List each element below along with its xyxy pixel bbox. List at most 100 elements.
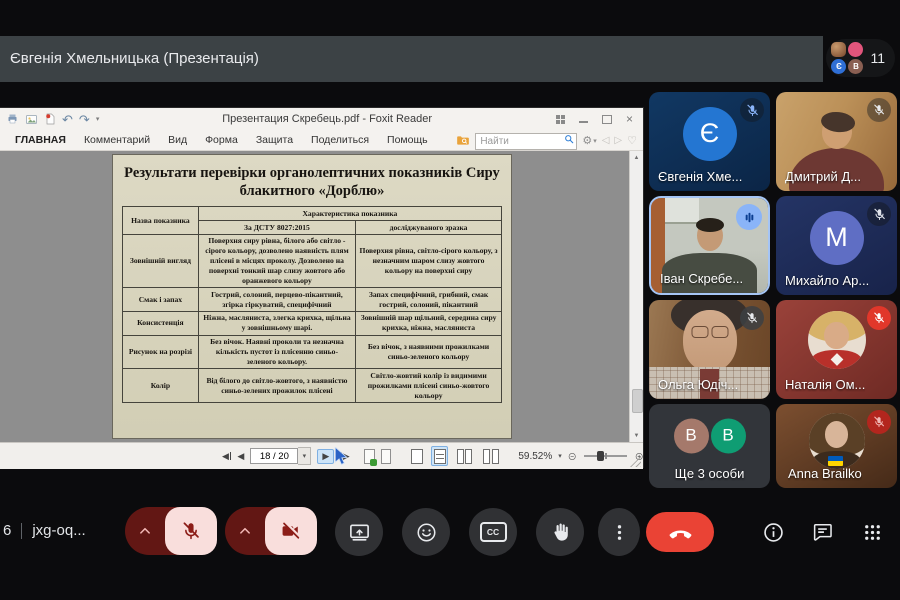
- more-options-button[interactable]: [598, 508, 640, 556]
- participant-tile-nataliia[interactable]: Наталія Ом...: [776, 300, 897, 399]
- cc-icon: CC: [480, 522, 507, 542]
- phone-down-icon: [667, 519, 694, 546]
- page-dropdown-caret-icon[interactable]: ▾: [298, 447, 311, 465]
- continuous-facing-view-button[interactable]: [481, 446, 502, 466]
- ribbon-tab-bar: ГЛАВНАЯ Комментарий Вид Форма Защита Под…: [0, 130, 643, 151]
- table-header-row: Назва показника Характеристика показника: [123, 207, 502, 221]
- camera-off-button[interactable]: [265, 507, 317, 555]
- favorite-icon[interactable]: ♡: [627, 134, 637, 147]
- clipboard-icon[interactable]: [381, 449, 391, 464]
- scroll-up-icon[interactable]: ▲: [630, 151, 643, 164]
- tab-protect[interactable]: Защита: [247, 134, 302, 146]
- quick-access-toolbar: ↶ ↷ ▾: [6, 113, 99, 126]
- search-input[interactable]: [475, 133, 577, 150]
- page-number-input[interactable]: [250, 448, 298, 464]
- history-forward-icon[interactable]: ▷: [614, 135, 622, 146]
- participant-name: Наталія Ом...: [785, 377, 865, 392]
- window-title: Презентация Скребець.pdf - Foxit Reader: [99, 113, 555, 125]
- vertical-scrollbar[interactable]: ▲ ▼: [629, 151, 643, 442]
- document-area: Результати перевірки органолептичних пок…: [0, 151, 643, 442]
- participant-tile-mykhailo[interactable]: М Михайло Ар...: [776, 196, 897, 295]
- ui-switch-icon[interactable]: [555, 114, 566, 124]
- mic-off-icon: [180, 520, 202, 542]
- tab-home[interactable]: ГЛАВНАЯ: [6, 134, 75, 146]
- captions-button[interactable]: CC: [469, 508, 517, 556]
- folder-search-icon[interactable]: [456, 134, 470, 147]
- smiley-icon: [415, 521, 438, 544]
- participant-tile-olha[interactable]: Ольга Юдіч...: [649, 300, 770, 399]
- activities-button[interactable]: [860, 520, 885, 545]
- minimize-button[interactable]: [578, 114, 589, 124]
- table-header-cell: За ДСТУ 8027:2015: [198, 221, 355, 235]
- zoom-level: 59.52%: [518, 451, 552, 462]
- overflow-participants-tile[interactable]: B B Ще 3 особи: [649, 404, 770, 488]
- slide-table: Назва показника Характеристика показника…: [122, 206, 502, 403]
- search-icon[interactable]: [563, 133, 575, 145]
- zoom-out-icon[interactable]: [568, 450, 576, 463]
- single-page-view-button[interactable]: [408, 446, 425, 466]
- info-icon: [762, 521, 785, 544]
- mic-off-button[interactable]: [165, 507, 217, 555]
- mic-options-chevron-icon[interactable]: [125, 522, 165, 540]
- scroll-down-icon[interactable]: ▼: [630, 429, 643, 442]
- print-icon[interactable]: [6, 113, 19, 125]
- present-button[interactable]: [335, 508, 383, 556]
- tab-form[interactable]: Форма: [196, 134, 247, 146]
- history-back-icon[interactable]: ◁: [602, 135, 610, 146]
- next-page-button[interactable]: ▶: [317, 449, 334, 464]
- participant-count-pill[interactable]: Є B 11: [826, 39, 895, 77]
- meeting-info: 6 jxg-oq...: [3, 522, 86, 539]
- zoom-caret-icon[interactable]: ▾: [558, 452, 562, 460]
- participant-name: Євгенія Хме...: [658, 169, 742, 184]
- mic-off-icon: [740, 98, 764, 122]
- tab-share[interactable]: Поделиться: [302, 134, 378, 146]
- participant-tile-yevheniia[interactable]: Є Євгенія Хме...: [649, 92, 770, 191]
- search-options-gear-icon[interactable]: ⚙: [582, 134, 592, 147]
- mic-control[interactable]: [125, 507, 217, 555]
- scrollbar-thumb[interactable]: [632, 389, 643, 413]
- ukraine-flag-icon: [828, 456, 843, 466]
- presenter-label: Євгенія Хмельницька (Презентація): [10, 50, 259, 67]
- zoom-slider-thumb[interactable]: [597, 451, 604, 461]
- zoom-slider[interactable]: [584, 455, 627, 457]
- raise-hand-button[interactable]: [536, 508, 584, 556]
- restore-button[interactable]: [601, 114, 612, 124]
- participant-tile-ivan[interactable]: Іван Скребе...: [649, 196, 770, 295]
- first-page-button[interactable]: ◀: [222, 451, 231, 462]
- page-number-box: ▾: [250, 447, 311, 465]
- present-screen-icon: [348, 521, 371, 544]
- redo-icon[interactable]: ↷: [79, 113, 90, 126]
- participant-tile-anna[interactable]: Anna Brailko: [776, 404, 897, 488]
- clock-fragment: 6: [3, 522, 11, 539]
- participant-name: Дмитрий Д...: [785, 169, 861, 184]
- snapshot-clipboard-icon[interactable]: [364, 449, 374, 464]
- tab-comment[interactable]: Комментарий: [75, 134, 159, 146]
- table-header-cell: Назва показника: [123, 207, 199, 235]
- tab-help[interactable]: Помощь: [378, 134, 437, 146]
- previous-page-button[interactable]: ◀: [237, 451, 244, 462]
- speaking-indicator-icon: [736, 204, 762, 230]
- new-document-icon[interactable]: [44, 113, 56, 125]
- table-header-cell: досліджуваного зразка: [356, 221, 502, 235]
- camera-options-chevron-icon[interactable]: [225, 522, 265, 540]
- participant-name: Anna Brailko: [788, 466, 862, 481]
- continuous-view-button[interactable]: [431, 446, 448, 466]
- chat-button[interactable]: [810, 520, 835, 545]
- undo-icon[interactable]: ↶: [62, 113, 73, 126]
- avatar: B: [711, 418, 746, 453]
- tab-view[interactable]: Вид: [159, 134, 196, 146]
- meeting-details-button[interactable]: [761, 520, 786, 545]
- snapshot-icon[interactable]: [25, 114, 38, 125]
- camera-control[interactable]: [225, 507, 317, 555]
- slide-title: Результати перевірки органолептичних пок…: [122, 164, 502, 200]
- close-button[interactable]: ×: [624, 114, 635, 124]
- gear-caret-icon[interactable]: ▾: [593, 137, 597, 145]
- kebab-menu-icon: [609, 522, 630, 543]
- participant-tile-dmytro[interactable]: Дмитрий Д...: [776, 92, 897, 191]
- avatar: B: [674, 418, 709, 453]
- facing-view-button[interactable]: [454, 446, 475, 466]
- end-call-button[interactable]: [646, 512, 714, 552]
- reactions-button[interactable]: [402, 508, 450, 556]
- raised-hand-icon: [549, 521, 571, 543]
- presenter-banner: Євгенія Хмельницька (Презентація): [0, 36, 823, 82]
